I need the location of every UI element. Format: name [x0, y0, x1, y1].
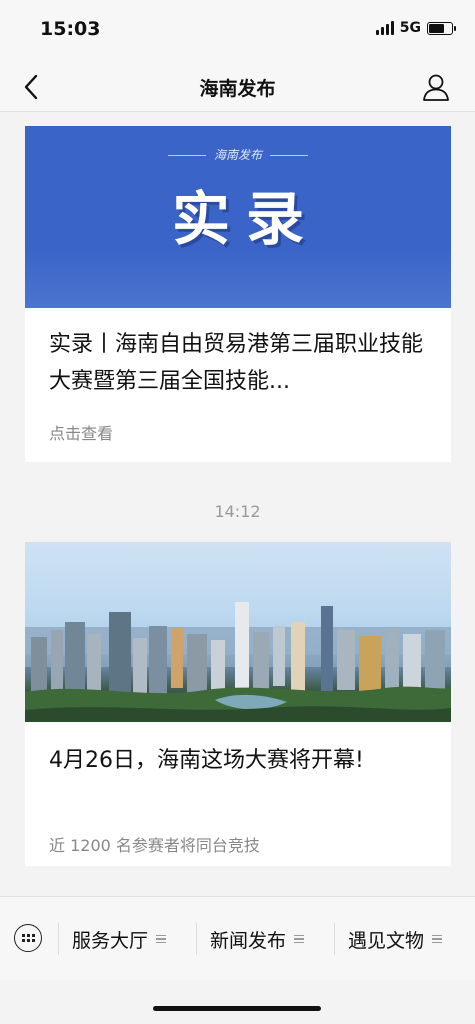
menu-lines-icon — [432, 934, 443, 944]
battery-level — [429, 23, 444, 33]
article-title: 4月26日，海南这场大赛将开幕! — [49, 748, 364, 773]
menu-divider — [58, 923, 59, 955]
status-bar: 15:03 5G — [0, 0, 475, 62]
city-skyline-image — [25, 542, 451, 722]
article-subtitle: 近 1200 名参赛者将同台竞技 — [49, 836, 260, 855]
keyboard-button[interactable] — [14, 924, 42, 952]
banner-title: 实录 — [171, 185, 320, 253]
signal-icon — [375, 21, 394, 35]
profile-button[interactable] — [419, 70, 453, 104]
menu-lines-icon — [294, 934, 305, 944]
banner-brand: 海南发布 — [25, 146, 451, 163]
message-timestamp: 14:12 — [214, 502, 261, 521]
menu-item-label: 新闻发布 — [210, 929, 287, 952]
menu-divider — [334, 923, 335, 955]
banner-shade — [25, 248, 451, 308]
article-subtitle: 点击查看 — [49, 424, 114, 443]
status-time: 15:03 — [40, 18, 101, 40]
article-banner: 海南发布 实录 — [25, 126, 451, 308]
article-card[interactable]: 海南发布 实录 实录丨海南自由贸易港第三届职业技能大赛暨第三届全国技能... 点… — [25, 126, 451, 462]
menu-item-label: 服务大厅 — [72, 929, 149, 952]
bottom-menu: 服务大厅 新闻发布 遇见文物 — [0, 896, 475, 980]
page-title: 海南发布 — [199, 78, 276, 100]
menu-item-meet-relics[interactable]: 遇见文物 — [348, 919, 443, 959]
home-indicator[interactable] — [153, 1006, 321, 1011]
person-icon — [423, 74, 449, 101]
menu-lines-icon — [156, 934, 167, 944]
menu-item-label: 遇见文物 — [348, 929, 425, 952]
menu-item-news-release[interactable]: 新闻发布 — [210, 919, 305, 959]
article-card[interactable]: 4月26日，海南这场大赛将开幕! 近 1200 名参赛者将同台竞技 — [25, 542, 451, 866]
battery-icon — [427, 21, 456, 35]
menu-item-service-hall[interactable]: 服务大厅 — [72, 919, 167, 959]
menu-divider — [196, 923, 197, 955]
article-title: 实录丨海南自由贸易港第三届职业技能大赛暨第三届全国技能... — [49, 332, 424, 394]
keyboard-icon — [21, 934, 35, 942]
status-indicators: 5G — [375, 20, 456, 36]
network-type: 5G — [399, 20, 421, 36]
nav-bar: 海南发布 — [0, 62, 475, 112]
